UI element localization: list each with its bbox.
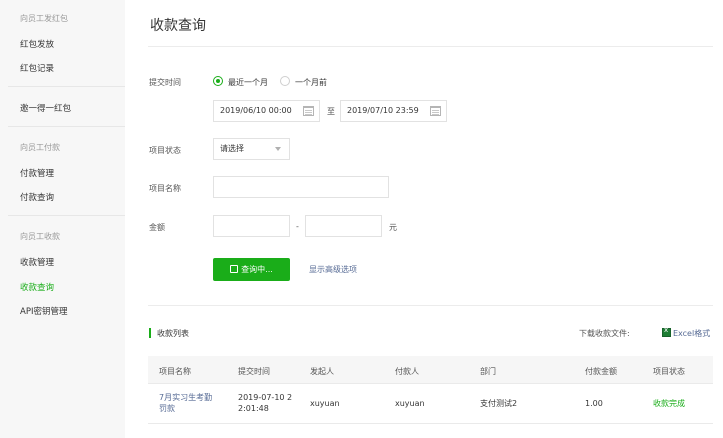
initiator-cell: xuyuan [310, 399, 340, 408]
sidebar-item-invite-red-packet[interactable]: 邀一得一红包 [20, 102, 71, 114]
sidebar-divider [8, 215, 125, 216]
column-header: 部门 [480, 367, 496, 376]
query-button-label: 查询中... [241, 265, 273, 274]
project-name-cell[interactable]: 7月实习生考勤 罚款 [159, 392, 212, 414]
table-header: 项目名称 提交时间 发起人 付款人 部门 付款金额 项目状态 [148, 356, 713, 384]
amount-max-input[interactable] [305, 215, 382, 237]
project-name-label: 项目名称 [149, 184, 181, 193]
column-header: 付款人 [395, 367, 419, 376]
sidebar-item-red-packet-records[interactable]: 红包记录 [20, 62, 54, 74]
sidebar-divider [8, 126, 125, 127]
calendar-icon[interactable] [430, 106, 441, 116]
project-name-line[interactable]: 罚款 [159, 403, 212, 414]
list-title: 收款列表 [157, 329, 189, 338]
radio-recent-month[interactable] [213, 76, 223, 86]
sidebar-item-collection-manage[interactable]: 收款管理 [20, 256, 54, 268]
status-label: 项目状态 [149, 146, 181, 155]
sidebar-item-payment-query[interactable]: 付款查询 [20, 191, 54, 203]
end-time-input[interactable]: 2019/07/10 23:59 [340, 100, 447, 122]
page-title: 收款查询 [150, 18, 206, 34]
project-name-input[interactable] [213, 176, 389, 198]
column-header: 发起人 [310, 367, 334, 376]
list-divider [148, 305, 713, 306]
submit-time-line: 2:01:48 [238, 404, 269, 413]
excel-download-link[interactable]: Excel格式 [673, 328, 710, 339]
column-header: 提交时间 [238, 367, 270, 376]
sidebar-item-payment-manage[interactable]: 付款管理 [20, 167, 54, 179]
department-cell: 支付测试2 [480, 399, 518, 408]
payer-cell: xuyuan [395, 399, 425, 408]
submit-time-cell: 2019-07-10 2 2:01:48 [238, 392, 292, 414]
column-header: 付款金额 [585, 367, 617, 376]
amount-unit: 元 [389, 223, 397, 232]
sidebar-group-red-packet: 向员工发红包 [20, 14, 68, 23]
start-time-value: 2019/06/10 00:00 [220, 106, 292, 115]
end-time-value: 2019/07/10 23:59 [347, 106, 419, 115]
table-row[interactable]: 7月实习生考勤 罚款 2019-07-10 2 2:01:48 xuyuan x… [148, 384, 713, 424]
amount-label: 金额 [149, 223, 165, 232]
download-label: 下载收款文件: [579, 329, 630, 338]
sidebar-divider [8, 86, 125, 87]
sidebar-group-collection: 向员工收款 [20, 232, 60, 241]
amount-range-separator: - [296, 222, 299, 231]
column-header: 项目名称 [159, 367, 191, 376]
sidebar-group-payment: 向员工付款 [20, 143, 60, 152]
sidebar: 向员工发红包 红包发放 红包记录 邀一得一红包 向员工付款 付款管理 付款查询 … [0, 0, 125, 438]
sidebar-item-api-key-manage[interactable]: API密钥管理 [20, 305, 67, 317]
list-title-marker [149, 328, 151, 338]
excel-icon[interactable] [662, 326, 671, 337]
chevron-down-icon [275, 147, 281, 151]
title-divider [148, 46, 713, 47]
submit-time-label: 提交时间 [149, 78, 181, 87]
date-range-separator: 至 [327, 107, 335, 116]
query-button[interactable]: 查询中... [213, 258, 290, 281]
sidebar-item-red-packet-send[interactable]: 红包发放 [20, 38, 54, 50]
status-select-value: 请选择 [220, 144, 244, 153]
main-panel: 收款查询 提交时间 最近一个月 一个月前 2019/06/10 00:00 至 … [125, 0, 723, 438]
sidebar-item-collection-query[interactable]: 收款查询 [20, 281, 54, 293]
amount-min-input[interactable] [213, 215, 290, 237]
show-advanced-link[interactable]: 显示高级选项 [309, 264, 357, 275]
submit-time-line: 2019-07-10 2 [238, 393, 293, 402]
radio-month-ago[interactable] [280, 76, 290, 86]
project-name-line[interactable]: 7月实习生考勤 [159, 392, 212, 403]
column-header: 项目状态 [653, 367, 685, 376]
status-cell: 收款完成 [653, 399, 685, 408]
status-select[interactable]: 请选择 [213, 138, 290, 160]
radio-month-ago-label[interactable]: 一个月前 [295, 77, 327, 88]
start-time-input[interactable]: 2019/06/10 00:00 [213, 100, 320, 122]
amount-cell: 1.00 [585, 399, 603, 408]
query-icon [230, 265, 239, 273]
radio-recent-month-label[interactable]: 最近一个月 [228, 77, 268, 88]
calendar-icon[interactable] [303, 106, 314, 116]
